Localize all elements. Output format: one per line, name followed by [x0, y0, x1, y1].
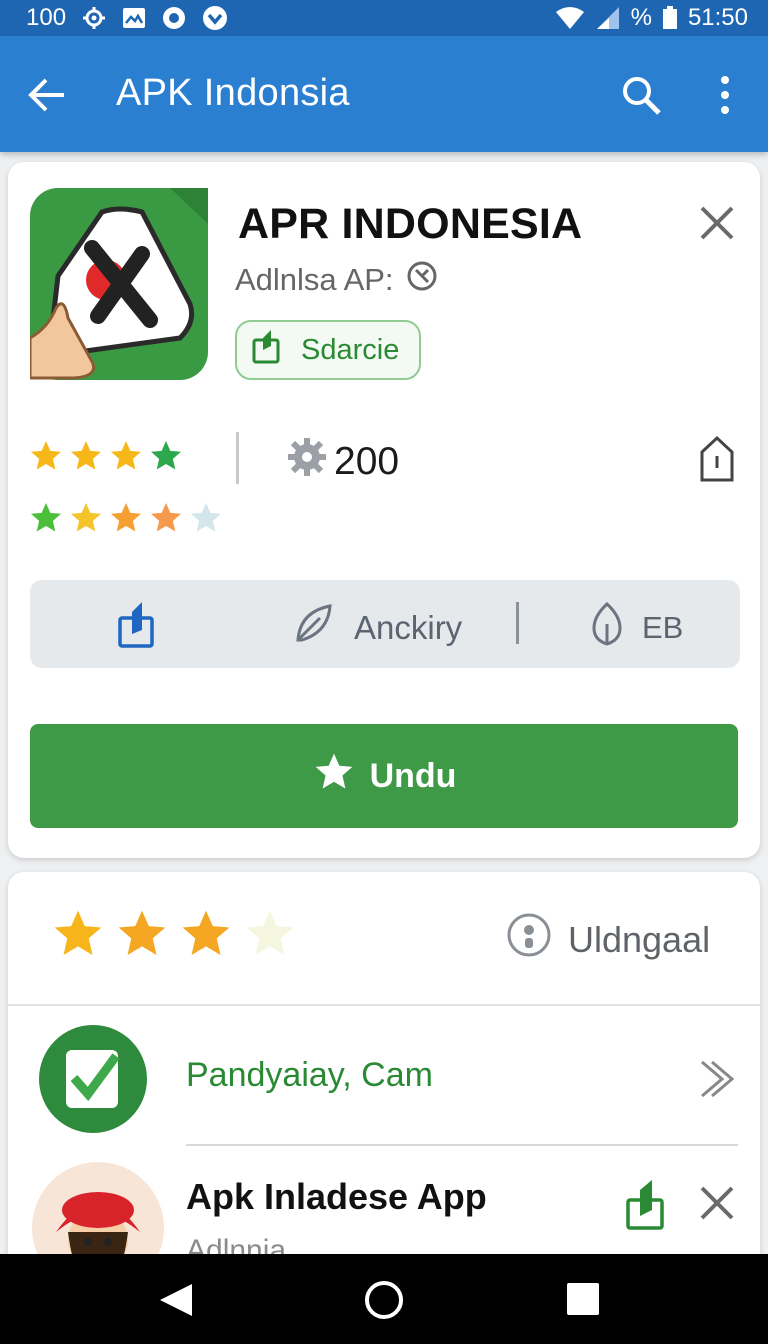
app-name: APR INDONESIA — [238, 200, 583, 248]
strip-separator — [516, 602, 519, 644]
size-info: EB — [590, 600, 683, 656]
download-circle-icon — [202, 5, 228, 31]
category-info: Anckiry — [290, 600, 462, 656]
app-detail-card: APR INDONESIA Adlnlsa AP: Sdarcie 200 An… — [8, 162, 760, 858]
verified-label: Pandyaiay, Cam — [186, 1056, 433, 1094]
status-bar: 100 % 51:50 — [0, 0, 768, 36]
nav-back-icon[interactable] — [158, 1282, 194, 1318]
star-icon — [114, 906, 170, 967]
search-icon[interactable] — [620, 74, 662, 116]
info-strip: Anckiry EB — [30, 580, 740, 668]
star-icon — [148, 500, 184, 541]
share-chip-button[interactable]: Sdarcie — [235, 320, 421, 380]
download-button[interactable]: Undu — [30, 724, 738, 828]
list-item[interactable]: Pandyaiay, Cam — [8, 1022, 760, 1142]
download-icon[interactable] — [624, 1176, 668, 1232]
back-arrow-icon[interactable] — [26, 74, 68, 116]
item-divider — [186, 1144, 738, 1146]
downloads-stat: 200 — [286, 436, 399, 488]
feather-icon — [290, 600, 338, 656]
download-button-label: Undu — [369, 756, 457, 795]
app-bar-title: APK Indonsia — [116, 72, 350, 114]
report-icon[interactable] — [698, 434, 736, 484]
stats-divider — [236, 432, 239, 484]
signal-icon — [595, 6, 621, 30]
star-icon — [178, 906, 234, 967]
downloads-count: 200 — [334, 440, 400, 483]
rating-stars-primary — [28, 438, 184, 479]
verified-check-icon — [38, 1024, 148, 1134]
location-pin-icon — [590, 600, 624, 656]
app-logo-icon[interactable] — [28, 188, 208, 380]
developer-row: Adlnlsa AP: — [235, 260, 438, 300]
reviews-divider — [8, 1004, 760, 1006]
star-icon — [68, 500, 104, 541]
share-upload-icon[interactable] — [116, 600, 160, 650]
blocked-icon — [406, 260, 438, 300]
star-icon — [242, 906, 298, 967]
battery-percent-label: % — [630, 4, 652, 31]
category-label: Anckiry — [354, 609, 463, 646]
image-icon — [122, 7, 146, 29]
star-icon — [50, 906, 106, 967]
share-icon — [251, 328, 285, 372]
battery-level: 100 — [26, 4, 67, 31]
star-icon — [312, 750, 356, 803]
info-circle-icon — [506, 912, 552, 967]
nav-recents-icon[interactable] — [566, 1282, 600, 1316]
system-nav-bar — [0, 1254, 768, 1344]
star-icon — [148, 438, 184, 479]
record-icon — [162, 6, 186, 30]
star-icon — [68, 438, 104, 479]
nav-home-icon[interactable] — [364, 1280, 404, 1320]
clock: 51:50 — [687, 4, 748, 31]
star-icon — [108, 438, 144, 479]
settings-icon — [82, 6, 106, 30]
star-icon — [108, 500, 144, 541]
close-icon[interactable] — [698, 204, 736, 242]
app-bar: APK Indonsia — [0, 36, 768, 152]
developer-name: Adlnlsa AP: — [235, 262, 394, 297]
wifi-icon — [555, 6, 585, 30]
user-tag-label: Uldngaal — [568, 918, 711, 960]
battery-icon — [662, 6, 678, 30]
more-vert-icon[interactable] — [708, 72, 742, 118]
star-icon — [28, 500, 64, 541]
user-rating-stars[interactable] — [50, 906, 298, 967]
star-icon — [188, 500, 224, 541]
chevron-right-icon[interactable] — [694, 1058, 736, 1100]
user-tag[interactable]: Uldngaal — [506, 912, 710, 967]
app-item-title: Apk Inladese App — [186, 1176, 487, 1217]
size-label: EB — [642, 610, 684, 645]
close-icon[interactable] — [698, 1184, 736, 1222]
star-icon — [28, 438, 64, 479]
reviews-card: Uldngaal Pandyaiay, Cam Apk Inladese App — [8, 872, 760, 1292]
share-chip-label: Sdarcie — [301, 333, 400, 366]
rating-stars-secondary — [28, 500, 224, 541]
gear-icon — [286, 436, 328, 488]
